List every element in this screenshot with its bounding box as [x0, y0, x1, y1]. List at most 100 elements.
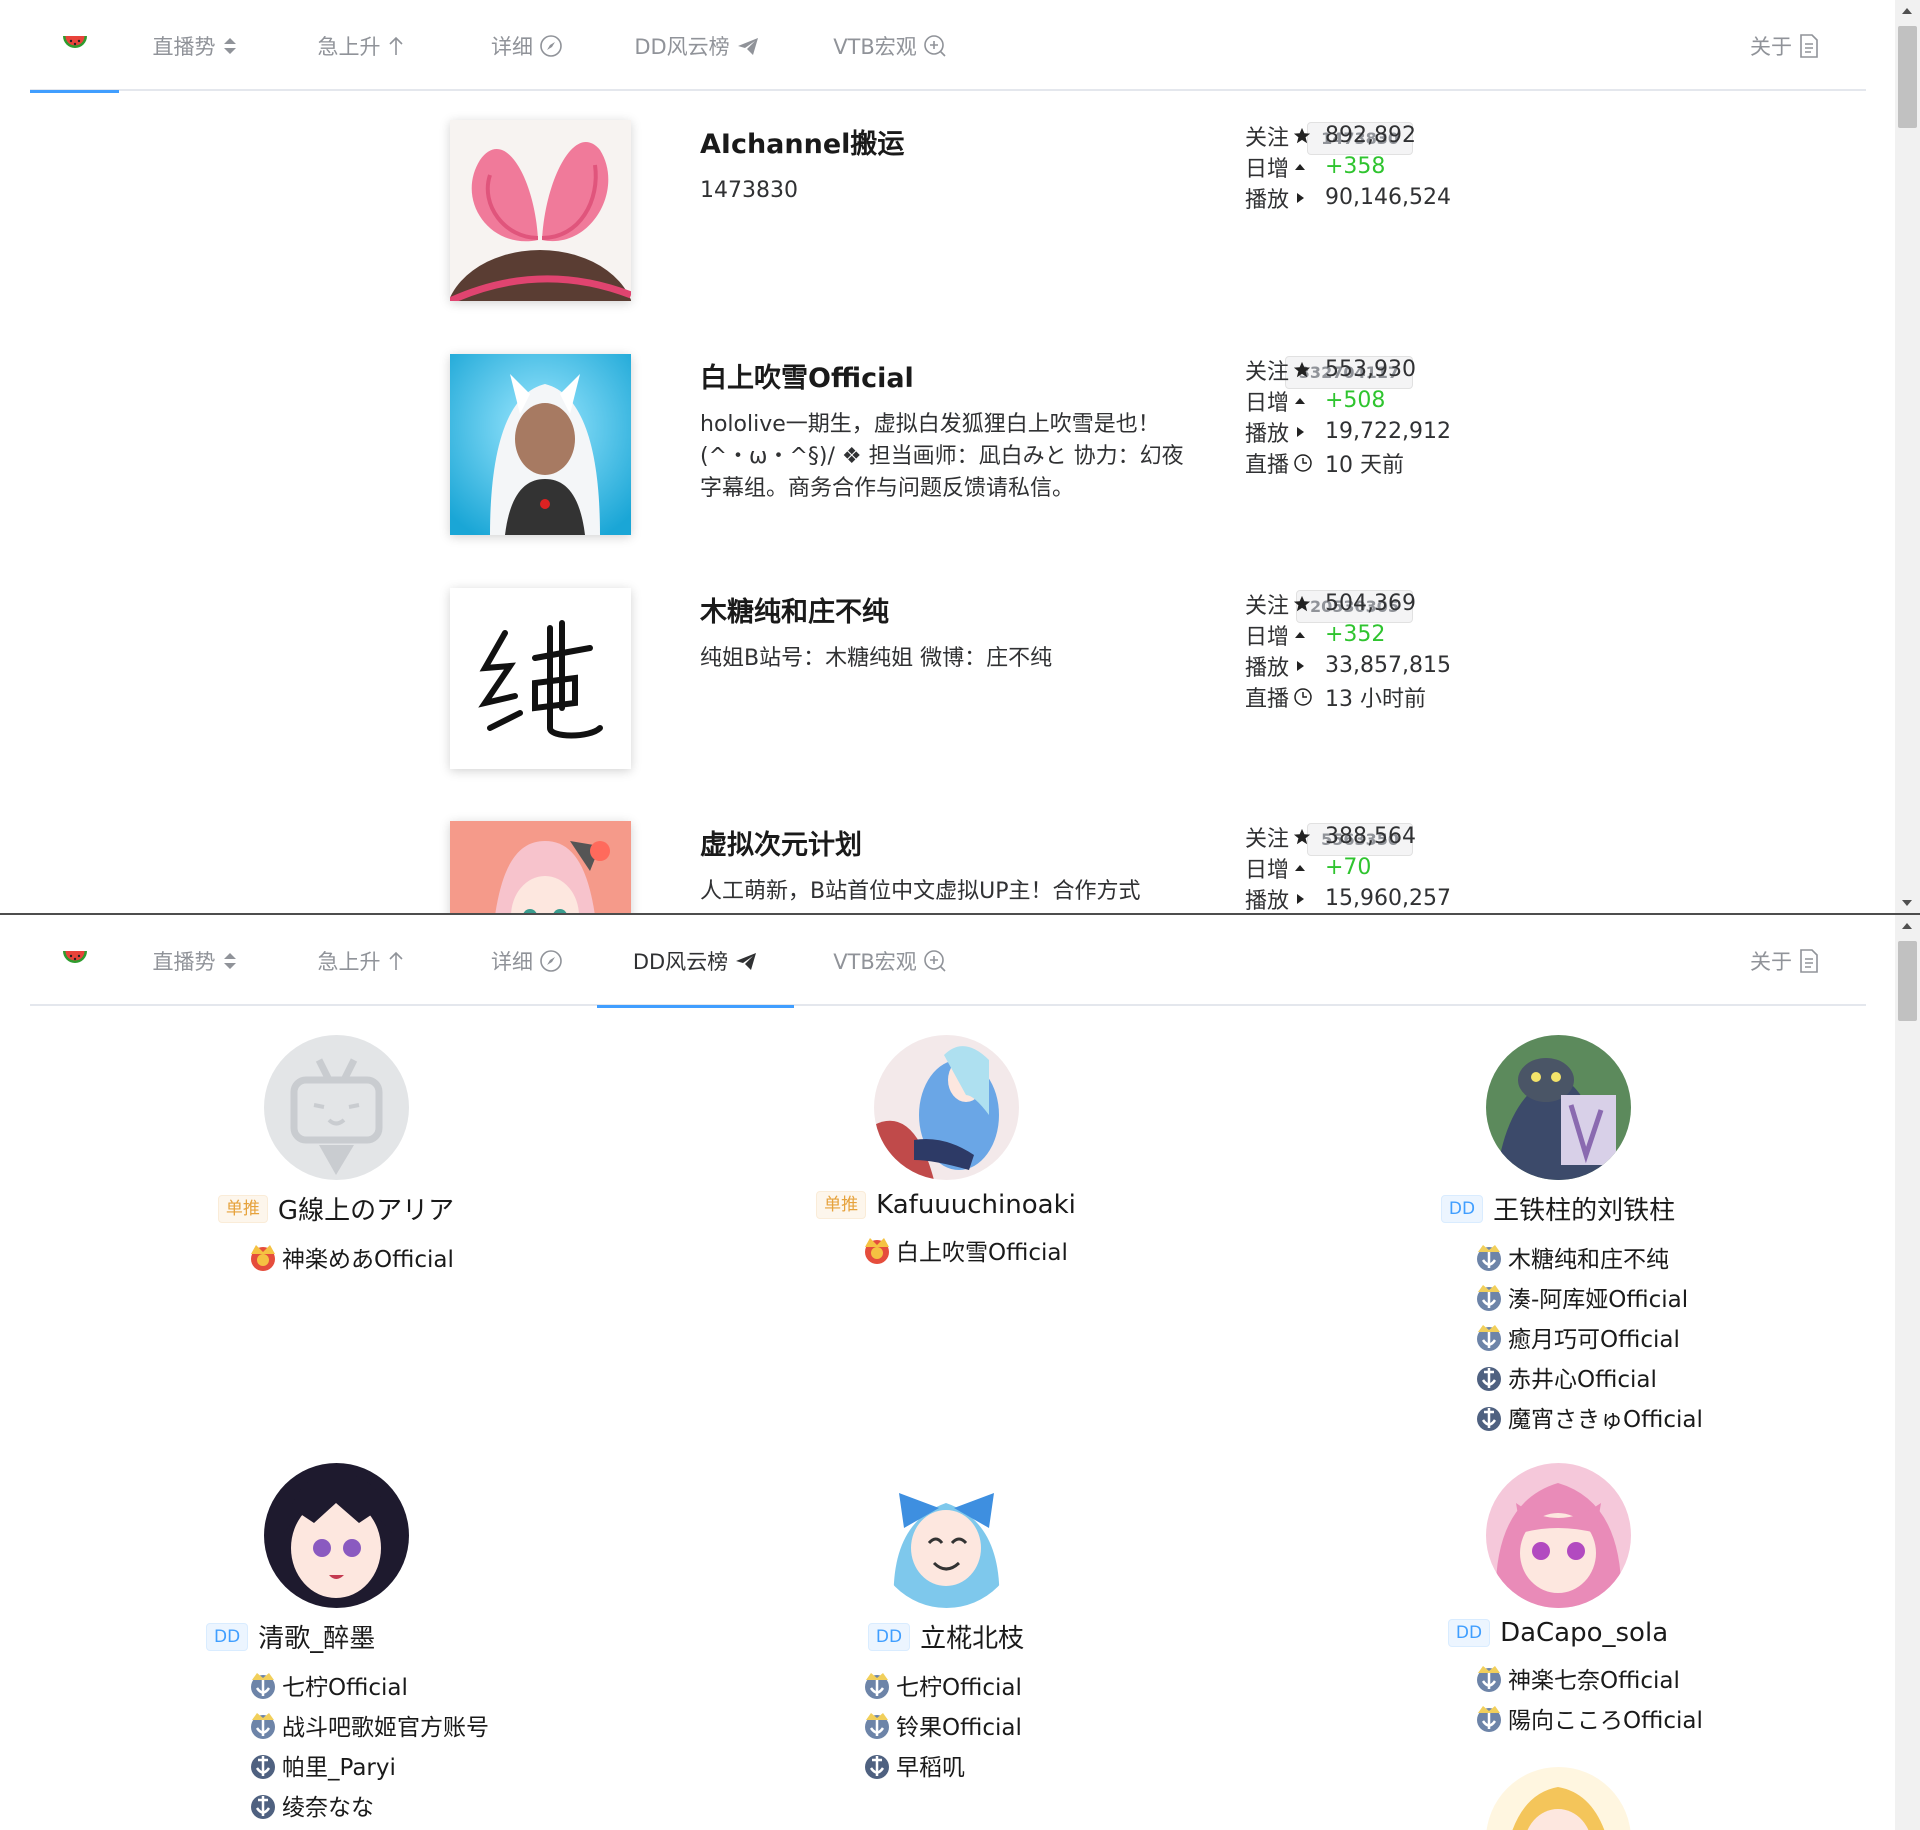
play-count: 19,722,912	[1325, 419, 1451, 444]
caret-right-icon	[1293, 659, 1307, 673]
scroll-thumb[interactable]	[1898, 941, 1917, 1021]
followed-vtuber[interactable]: 魔宵さきゅOfficial	[1472, 1397, 1708, 1437]
follower-count: 553,930	[1325, 357, 1416, 382]
vtuber-sign: hololive一期生，虚拟白发狐狸白上吹雪是也！(^・ω・^§)/ ❖ 担当画…	[700, 412, 1184, 501]
dd-user-avatar[interactable]	[263, 1035, 409, 1180]
dd-user-name[interactable]: 立椛北枝	[920, 1618, 1024, 1655]
dd-type-badge: DD	[1447, 1619, 1491, 1647]
followed-vtuber[interactable]: 白上吹雪Official	[860, 1230, 1096, 1270]
dd-user-card[interactable]: 单推 Kafuuuchinoaki 白上吹雪Official	[796, 1035, 1096, 1270]
silver-anchor-medal-icon	[251, 1713, 275, 1739]
caret-right-icon	[1293, 425, 1307, 439]
dd-user-name[interactable]: DaCapo_sola	[1500, 1618, 1668, 1648]
followed-vtuber[interactable]: 绫奈なな	[246, 1785, 526, 1825]
dd-type-badge: DD	[206, 1622, 249, 1651]
nav-about[interactable]: 关于	[1730, 0, 1840, 91]
dd-user-card[interactable]: DD 清歌_醉墨 七柠Official 战斗吧歌姬官方账号 帕里_Paryi 绫奈…	[186, 1463, 526, 1825]
vtuber-stats: 关注 892,892 日增 +358 播放 90,146,524	[1245, 123, 1451, 213]
vtuber-card[interactable]: 白上吹雪Official 332704117 hololive一期生，虚拟白发狐…	[450, 354, 1510, 554]
scroll-down-arrow[interactable]	[1902, 900, 1912, 906]
vtuber-sign: 人工萌新，B站首位中文虚拟UP主！合作方式	[700, 879, 1141, 904]
followed-vtuber[interactable]: 神楽七奈Official	[1472, 1658, 1708, 1698]
caret-up-icon	[1293, 628, 1307, 642]
vtuber-avatar[interactable]	[450, 120, 631, 301]
nav-vtb-macro[interactable]: VTB宏观	[800, 0, 980, 91]
dd-user-avatar[interactable]	[1485, 1035, 1631, 1180]
play-count: 90,146,524	[1325, 185, 1451, 210]
dd-user-card[interactable]: DD DaCapo_sola 神楽七奈Official 陽向こころOfficial	[1408, 1463, 1708, 1738]
vtuber-card[interactable]: AIchannel搬运 1473830 1473830 关注 892,892 日增…	[450, 120, 1510, 320]
nav-dd-board[interactable]: DD风云榜	[597, 915, 794, 1008]
compass-icon	[539, 949, 563, 973]
vtuber-name[interactable]: AIchannel搬运	[700, 122, 904, 161]
silver-anchor-medal-icon	[1477, 1325, 1501, 1351]
dd-user-name[interactable]: G線上のアリア	[278, 1190, 454, 1227]
dd-user-card[interactable]: 单推 G線上のアリア 神楽めあOfficial	[186, 1035, 486, 1277]
followed-vtuber[interactable]: 七柠Official	[246, 1665, 526, 1705]
dd-user-avatar[interactable]	[264, 1463, 409, 1608]
dark-anchor-medal-icon	[251, 1755, 275, 1779]
followed-vtuber[interactable]: 战斗吧歌姬官方账号	[246, 1705, 526, 1745]
vtuber-avatar[interactable]	[450, 821, 631, 914]
nav-vtb-macro[interactable]: VTB宏观	[800, 915, 980, 1006]
caret-right-icon	[1293, 892, 1307, 906]
nav-live-trend[interactable]: 直播势	[120, 0, 270, 91]
nav-home[interactable]	[30, 0, 119, 93]
scroll-up-arrow[interactable]	[1902, 8, 1912, 14]
followed-vtuber[interactable]: 早稻叽	[860, 1745, 1096, 1785]
dd-user-name[interactable]: 王铁柱的刘铁柱	[1493, 1190, 1675, 1227]
followed-vtuber[interactable]: 铃果Official	[860, 1705, 1096, 1745]
vtuber-name[interactable]: 白上吹雪Official	[700, 356, 914, 395]
dd-user-card[interactable]	[1408, 1767, 1708, 1830]
followed-vtuber[interactable]: 癒月巧可Official	[1472, 1317, 1708, 1357]
dd-type-badge: 单推	[217, 1194, 268, 1223]
vtuber-avatar[interactable]	[450, 588, 631, 769]
followed-vtuber[interactable]: 赤井心Official	[1472, 1357, 1708, 1397]
nav-about[interactable]: 关于	[1730, 915, 1840, 1006]
nav-dd-board[interactable]: DD风云榜	[597, 0, 797, 91]
scroll-thumb[interactable]	[1898, 26, 1917, 128]
followed-vtuber[interactable]: 湊-阿库娅Official	[1472, 1277, 1708, 1317]
clock-icon	[1293, 687, 1313, 707]
vtuber-card[interactable]: 木糖纯和庄不纯 20530305 纯姐B站号：木糖纯姐 微博：庄不纯 关注 504…	[450, 588, 1510, 788]
nav-rising[interactable]: 急上升	[286, 915, 436, 1006]
zoom-in-icon	[923, 949, 947, 973]
star-icon	[1293, 361, 1311, 379]
followed-vtuber[interactable]: 神楽めあOfficial	[246, 1237, 486, 1277]
dd-type-badge: DD	[867, 1622, 911, 1651]
vtuber-name[interactable]: 木糖纯和庄不纯	[700, 590, 889, 629]
dd-user-avatar[interactable]	[873, 1463, 1019, 1608]
vtuber-name[interactable]: 虚拟次元计划	[700, 823, 862, 862]
dd-user-card[interactable]: DD 立椛北枝 七柠Official 铃果Official 早稻叽	[796, 1463, 1096, 1785]
nav-home[interactable]	[30, 915, 119, 1006]
dd-user-name[interactable]: Kafuuuchinoaki	[876, 1190, 1076, 1220]
nav-rising[interactable]: 急上升	[286, 0, 436, 91]
dd-user-avatar[interactable]	[1485, 1767, 1631, 1830]
vtuber-avatar[interactable]	[450, 354, 631, 535]
vtuber-stats: 关注 553,930 日增 +508 播放 19,722,912 直播 10 天前	[1245, 357, 1451, 478]
scroll-up-arrow[interactable]	[1902, 923, 1912, 929]
gold-crown-medal-icon	[865, 1238, 889, 1264]
vtuber-stats: 关注 504,369 日增 +352 播放 33,857,815 直播 13 小时前	[1245, 591, 1451, 712]
dd-user-avatar[interactable]	[873, 1035, 1019, 1180]
nav-detail[interactable]: 详细	[452, 915, 602, 1006]
followed-vtuber[interactable]: 七柠Official	[860, 1665, 1096, 1705]
star-icon	[1293, 828, 1311, 846]
followed-vtuber[interactable]: 陽向こころOfficial	[1472, 1698, 1708, 1738]
dd-user-avatar[interactable]	[1485, 1463, 1631, 1608]
vtuber-card[interactable]: 虚拟次元计划 5563350 人工萌新，B站首位中文虚拟UP主！合作方式 关注 3…	[450, 821, 1510, 914]
vertical-scrollbar[interactable]	[1895, 0, 1920, 914]
vertical-scrollbar[interactable]	[1895, 915, 1920, 1830]
paper-plane-icon	[734, 950, 758, 972]
caret-up-icon	[1293, 394, 1307, 408]
followed-vtuber[interactable]: 帕里_Paryi	[246, 1745, 526, 1785]
dd-user-name[interactable]: 清歌_醉墨	[258, 1618, 375, 1655]
nav-live-trend[interactable]: 直播势	[120, 915, 270, 1006]
followed-vtuber[interactable]: 木糖纯和庄不纯	[1472, 1237, 1708, 1277]
dd-user-card[interactable]: DD 王铁柱的刘铁柱 木糖纯和庄不纯 湊-阿库娅Official 癒月巧可Offi…	[1408, 1035, 1708, 1437]
caret-up-icon	[1293, 160, 1307, 174]
dark-anchor-medal-icon	[251, 1795, 275, 1819]
daily-increase: +508	[1325, 388, 1386, 413]
vtuber-stats: 关注 388,564 日增 +70 播放 15,960,257	[1245, 824, 1451, 914]
nav-detail[interactable]: 详细	[452, 0, 602, 91]
